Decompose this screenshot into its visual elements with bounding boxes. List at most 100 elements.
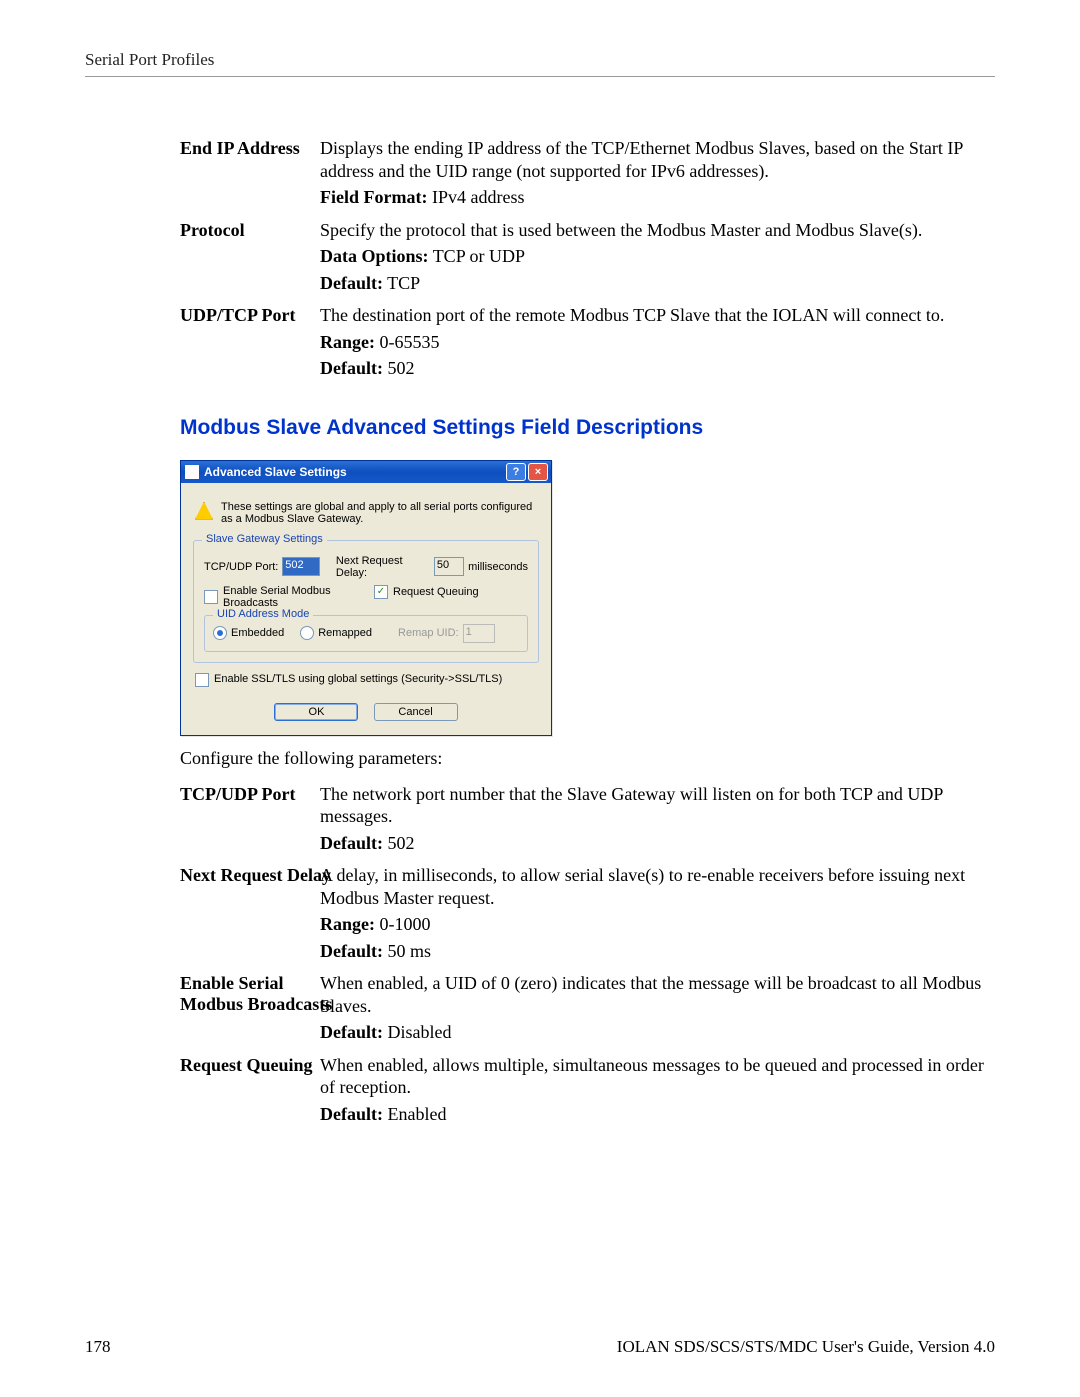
meta-val: 0-65535 xyxy=(375,332,440,352)
help-button[interactable]: ? xyxy=(506,463,526,481)
info-row: These settings are global and apply to a… xyxy=(195,501,537,526)
meta-val: TCP or UDP xyxy=(429,246,526,266)
field-desc: A delay, in milliseconds, to allow seria… xyxy=(320,864,995,962)
field-label: End IP Address xyxy=(180,137,320,209)
page-number: 178 xyxy=(85,1337,111,1357)
meta-val: Disabled xyxy=(383,1022,451,1042)
meta-bold: Default: xyxy=(320,833,383,853)
remap-uid-input: 1 xyxy=(463,624,495,643)
dialog-button-row: OK Cancel xyxy=(193,703,539,721)
meta-bold: Default: xyxy=(320,273,383,293)
warning-icon xyxy=(195,502,213,520)
configure-line: Configure the following parameters: xyxy=(180,748,995,769)
field-meta: Default: 502 xyxy=(320,357,995,380)
document-page: Serial Port Profiles End IP Address Disp… xyxy=(0,0,1080,1397)
field-desc: Specify the protocol that is used betwee… xyxy=(320,219,995,295)
field-meta: Default: Enabled xyxy=(320,1103,995,1126)
meta-bold: Data Options: xyxy=(320,246,429,266)
meta-val: 50 ms xyxy=(383,941,431,961)
embedded-radio[interactable] xyxy=(213,626,227,640)
field-row: TCP/UDP Port The network port number tha… xyxy=(180,783,995,855)
dialog-title: Advanced Slave Settings xyxy=(204,465,504,479)
ok-button[interactable]: OK xyxy=(274,703,358,721)
meta-val: IPv4 address xyxy=(427,187,524,207)
broadcast-queuing-row: Enable Serial Modbus Broadcasts Request … xyxy=(204,585,528,609)
next-request-delay-input[interactable]: 50 xyxy=(434,557,464,576)
meta-val: Enabled xyxy=(383,1104,446,1124)
meta-val: 0-1000 xyxy=(375,914,431,934)
next-request-delay-label: Next Request Delay: xyxy=(336,555,430,579)
tcp-udp-port-label: TCP/UDP Port: xyxy=(204,561,282,573)
dialog-titlebar[interactable]: Advanced Slave Settings ? × xyxy=(181,461,551,483)
enable-broadcast-checkbox[interactable] xyxy=(204,590,218,604)
field-row: Enable Serial Modbus Broadcasts When ena… xyxy=(180,972,995,1044)
advanced-slave-settings-dialog: Advanced Slave Settings ? × These settin… xyxy=(180,460,552,736)
port-row: TCP/UDP Port: 502 Next Request Delay: 50… xyxy=(204,555,528,579)
meta-bold: Field Format: xyxy=(320,187,427,207)
enable-ssl-label: Enable SSL/TLS using global settings (Se… xyxy=(214,673,502,685)
enable-ssl-checkbox[interactable] xyxy=(195,673,209,687)
field-desc-text: A delay, in milliseconds, to allow seria… xyxy=(320,865,965,908)
field-desc-text: Specify the protocol that is used betwee… xyxy=(320,220,922,240)
request-queuing-checkbox[interactable] xyxy=(374,585,388,599)
field-row: Request Queuing When enabled, allows mul… xyxy=(180,1054,995,1126)
doc-title: IOLAN SDS/SCS/STS/MDC User's Guide, Vers… xyxy=(617,1337,995,1357)
meta-bold: Range: xyxy=(320,914,375,934)
meta-bold: Range: xyxy=(320,332,375,352)
meta-bold: Default: xyxy=(320,1104,383,1124)
meta-bold: Default: xyxy=(320,358,383,378)
field-meta: Default: Disabled xyxy=(320,1021,995,1044)
field-desc-text: The destination port of the remote Modbu… xyxy=(320,305,944,325)
field-row: UDP/TCP Port The destination port of the… xyxy=(180,304,995,380)
meta-val: 502 xyxy=(383,833,415,853)
group-legend: Slave Gateway Settings xyxy=(202,533,327,545)
field-label: UDP/TCP Port xyxy=(180,304,320,380)
field-desc-text: When enabled, allows multiple, simultane… xyxy=(320,1055,984,1098)
field-row: Protocol Specify the protocol that is us… xyxy=(180,219,995,295)
request-queuing-label: Request Queuing xyxy=(393,586,479,598)
field-meta: Data Options: TCP or UDP xyxy=(320,245,995,268)
section-heading: Modbus Slave Advanced Settings Field Des… xyxy=(180,416,995,440)
app-icon xyxy=(185,465,199,479)
field-desc-text: The network port number that the Slave G… xyxy=(320,784,943,827)
field-meta: Range: 0-65535 xyxy=(320,331,995,354)
meta-bold: Default: xyxy=(320,941,383,961)
meta-val: TCP xyxy=(383,273,420,293)
ssl-row: Enable SSL/TLS using global settings (Se… xyxy=(195,673,537,687)
field-desc: When enabled, allows multiple, simultane… xyxy=(320,1054,995,1126)
top-field-table: End IP Address Displays the ending IP ad… xyxy=(180,137,995,380)
field-row: Next Request Delay A delay, in milliseco… xyxy=(180,864,995,962)
cancel-button[interactable]: Cancel xyxy=(374,703,458,721)
remap-uid-label: Remap UID: xyxy=(398,627,459,639)
field-desc-text: Displays the ending IP address of the TC… xyxy=(320,138,963,181)
field-desc: The destination port of the remote Modbu… xyxy=(320,304,995,380)
unit-label: milliseconds xyxy=(468,561,528,573)
remapped-radio[interactable] xyxy=(300,626,314,640)
field-desc: Displays the ending IP address of the TC… xyxy=(320,137,995,209)
field-meta: Default: 502 xyxy=(320,832,995,855)
field-label: Protocol xyxy=(180,219,320,295)
page-footer: 178 IOLAN SDS/SCS/STS/MDC User's Guide, … xyxy=(85,1337,995,1357)
field-meta: Default: 50 ms xyxy=(320,940,995,963)
field-desc: The network port number that the Slave G… xyxy=(320,783,995,855)
dialog-body: These settings are global and apply to a… xyxy=(181,483,551,735)
field-desc: When enabled, a UID of 0 (zero) indicate… xyxy=(320,972,995,1044)
remapped-label: Remapped xyxy=(318,627,372,639)
slave-gateway-group: Slave Gateway Settings TCP/UDP Port: 502… xyxy=(193,540,539,663)
close-button[interactable]: × xyxy=(528,463,548,481)
uid-address-mode-group: UID Address Mode Embedded Remapped Remap… xyxy=(204,615,528,652)
field-desc-text: When enabled, a UID of 0 (zero) indicate… xyxy=(320,973,981,1016)
field-label: Request Queuing xyxy=(180,1054,320,1126)
embedded-label: Embedded xyxy=(231,627,284,639)
field-meta: Field Format: IPv4 address xyxy=(320,186,995,209)
field-meta: Default: TCP xyxy=(320,272,995,295)
field-meta: Range: 0-1000 xyxy=(320,913,995,936)
meta-val: 502 xyxy=(383,358,415,378)
bottom-field-table: TCP/UDP Port The network port number tha… xyxy=(180,783,995,1126)
tcp-udp-port-input[interactable]: 502 xyxy=(282,557,320,576)
section-header: Serial Port Profiles xyxy=(85,50,995,77)
enable-broadcast-label: Enable Serial Modbus Broadcasts xyxy=(223,585,374,609)
field-row: End IP Address Displays the ending IP ad… xyxy=(180,137,995,209)
uid-radio-row: Embedded Remapped Remap UID: 1 xyxy=(213,624,519,643)
meta-bold: Default: xyxy=(320,1022,383,1042)
